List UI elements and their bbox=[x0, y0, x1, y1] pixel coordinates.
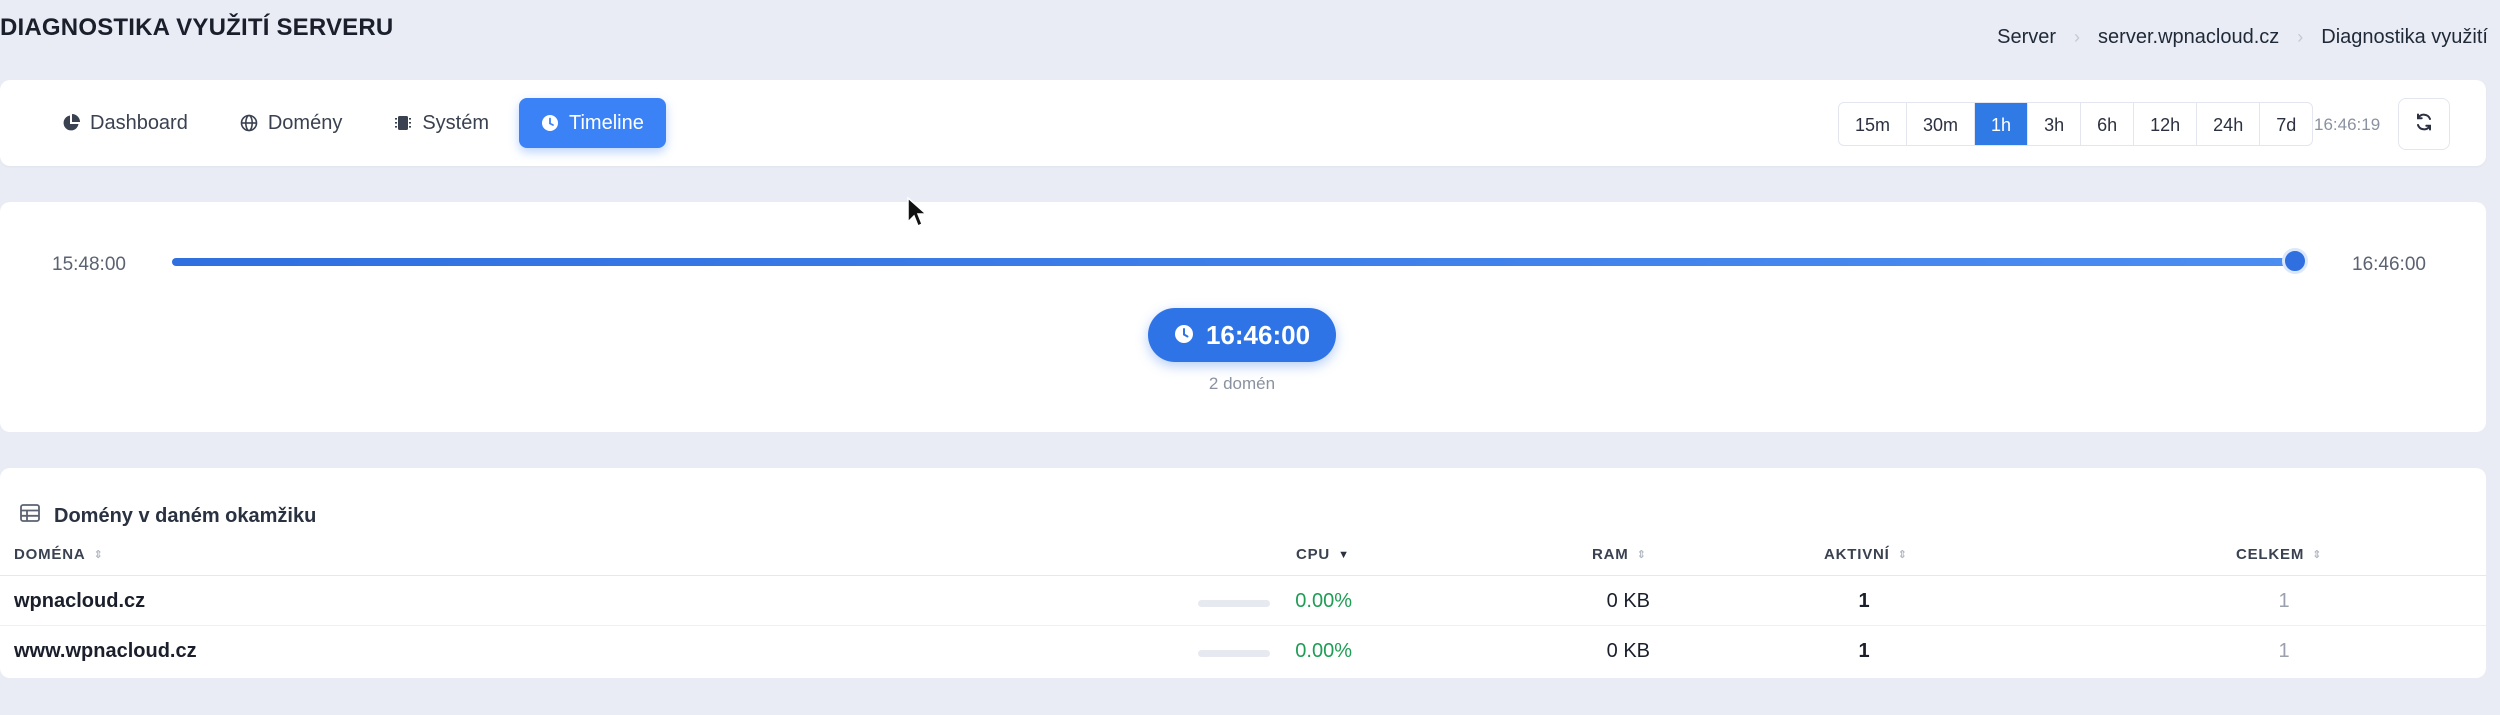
page-title: DIAGNOSTIKA VYUŽITÍ SERVERU bbox=[0, 14, 394, 41]
chevron-right-icon: › bbox=[2074, 27, 2081, 47]
tab-timeline[interactable]: Timeline bbox=[519, 98, 666, 148]
sort-icon: ⇕ bbox=[1897, 549, 1908, 561]
timeline-start-label: 15:48:00 bbox=[52, 254, 126, 275]
domains-table-card: Domény v daném okamžiku DOMÉNA ⇕ CPU ▼ R… bbox=[0, 468, 2486, 678]
total-count: 1 bbox=[2278, 590, 2290, 612]
domain-name: wpnacloud.cz bbox=[14, 590, 146, 612]
clock-icon bbox=[1174, 320, 1194, 351]
range-3h[interactable]: 3h bbox=[2028, 103, 2082, 145]
refresh-icon bbox=[2414, 112, 2434, 137]
range-7d[interactable]: 7d bbox=[2260, 103, 2312, 145]
globe-icon bbox=[240, 114, 258, 132]
table-header-row: DOMÉNA ⇕ CPU ▼ RAM ⇕ AKTIVNÍ ⇕ CELKEM ⇕ bbox=[0, 538, 2486, 576]
chevron-right-icon: › bbox=[2297, 27, 2304, 47]
tab-bar: Dashboard Domény Systém Timeline bbox=[40, 98, 666, 148]
column-label: CPU bbox=[1296, 546, 1331, 563]
range-24h[interactable]: 24h bbox=[2197, 103, 2261, 145]
column-label: CELKEM bbox=[2236, 546, 2305, 563]
column-total[interactable]: CELKEM ⇕ bbox=[2236, 546, 2322, 563]
breadcrumb-current: Diagnostika využití bbox=[2321, 26, 2488, 48]
table-row[interactable]: wpnacloud.cz 0.00% 0 KB 1 1 bbox=[0, 576, 2486, 626]
timeline-slider-handle[interactable] bbox=[2282, 248, 2308, 274]
tab-label: Systém bbox=[422, 111, 490, 134]
column-cpu[interactable]: CPU ▼ bbox=[1296, 546, 1350, 563]
tab-system[interactable]: Systém bbox=[372, 98, 511, 148]
cpu-value: 0.00% bbox=[1295, 640, 1352, 662]
range-6h[interactable]: 6h bbox=[2081, 103, 2135, 145]
tab-label: Domény bbox=[267, 111, 343, 134]
total-count: 1 bbox=[2278, 640, 2290, 662]
column-active[interactable]: AKTIVNÍ ⇕ bbox=[1824, 546, 1908, 563]
range-12h[interactable]: 12h bbox=[2134, 103, 2198, 145]
column-ram[interactable]: RAM ⇕ bbox=[1592, 546, 1647, 563]
toolbar: Dashboard Domény Systém Timeline 15m 30m… bbox=[0, 80, 2486, 166]
tab-dashboard[interactable]: Dashboard bbox=[40, 98, 210, 148]
pie-chart-icon bbox=[62, 114, 80, 132]
tab-label: Dashboard bbox=[90, 111, 188, 134]
active-count: 1 bbox=[1858, 640, 1870, 662]
breadcrumb-server[interactable]: Server bbox=[1997, 26, 2056, 49]
mouse-cursor bbox=[906, 196, 930, 235]
breadcrumb-host[interactable]: server.wpnacloud.cz bbox=[2098, 26, 2279, 49]
domain-count: 2 domén bbox=[1208, 374, 1276, 393]
selected-time-badge: 16:46:00 bbox=[1148, 308, 1336, 362]
tab-label: Timeline bbox=[569, 111, 644, 134]
breadcrumb: Server › server.wpnacloud.cz › Diagnosti… bbox=[1997, 26, 2488, 49]
table-row[interactable]: www.wpnacloud.cz 0.00% 0 KB 1 1 bbox=[0, 626, 2486, 676]
domain-name: www.wpnacloud.cz bbox=[14, 640, 197, 662]
tab-domains[interactable]: Domény bbox=[218, 98, 364, 148]
sort-icon: ⇕ bbox=[93, 549, 104, 561]
timeline-panel: 15:48:00 16:46:00 16:46:00 2 domén bbox=[0, 202, 2486, 432]
ram-value: 0 KB bbox=[1606, 590, 1650, 612]
column-label: AKTIVNÍ bbox=[1824, 546, 1890, 563]
timeline-slider-track[interactable] bbox=[172, 258, 2298, 266]
clock-icon bbox=[541, 114, 559, 132]
column-label: RAM bbox=[1592, 546, 1629, 563]
sort-icon: ⇕ bbox=[1636, 549, 1647, 561]
selected-time: 16:46:00 bbox=[1205, 319, 1311, 350]
refresh-button[interactable] bbox=[2398, 98, 2450, 150]
time-range-selector: 15m 30m 1h 3h 6h 12h 24h 7d bbox=[1838, 102, 2314, 146]
chip-icon bbox=[394, 114, 412, 132]
sort-icon: ⇕ bbox=[2312, 549, 2323, 561]
ram-value: 0 KB bbox=[1606, 640, 1650, 662]
column-domain[interactable]: DOMÉNA ⇕ bbox=[14, 546, 104, 563]
cpu-value: 0.00% bbox=[1295, 590, 1352, 612]
domains-table-header: Domény v daném okamžiku bbox=[20, 504, 316, 528]
domains-table-title: Domény v daném okamžiku bbox=[54, 504, 317, 527]
range-1h[interactable]: 1h bbox=[1975, 103, 2029, 145]
range-30m[interactable]: 30m bbox=[1907, 103, 1976, 145]
range-15m[interactable]: 15m bbox=[1839, 103, 1908, 145]
timeline-end-label: 16:46:00 bbox=[2352, 254, 2426, 275]
last-updated-time: 16:46:19 bbox=[2314, 115, 2381, 134]
cpu-usage-bar bbox=[1198, 650, 1270, 657]
column-label: DOMÉNA bbox=[14, 546, 86, 563]
cpu-usage-bar bbox=[1198, 600, 1270, 607]
sort-desc-icon: ▼ bbox=[1338, 548, 1350, 561]
table-icon bbox=[20, 504, 40, 528]
active-count: 1 bbox=[1858, 590, 1870, 612]
